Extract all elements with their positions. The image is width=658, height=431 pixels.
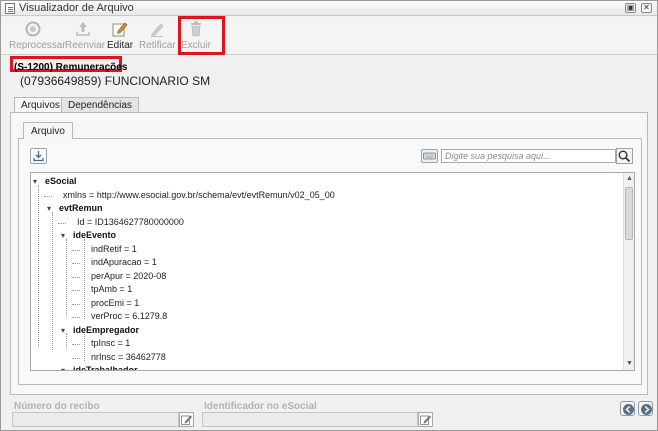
- tree-guide-line: [38, 185, 39, 347]
- window-title: Visualizador de Arquivo: [19, 2, 134, 14]
- tree-expander-icon[interactable]: ▾: [33, 177, 37, 186]
- tree-guide-line: [72, 290, 80, 291]
- tree-guide-line: [72, 357, 80, 359]
- tab-dependencias[interactable]: Dependências: [61, 97, 139, 113]
- rectify-label: Retificar: [139, 40, 176, 51]
- resend-label: Reenviar: [65, 40, 106, 51]
- tree-leaf[interactable]: tpAmb = 1: [91, 284, 132, 294]
- tab-arquivo[interactable]: Arquivo: [23, 122, 73, 139]
- keyboard-icon: [423, 152, 436, 160]
- document-icon: [5, 3, 15, 14]
- tree-guide-line: [84, 239, 85, 319]
- tree-guide-line: [66, 239, 67, 317]
- tree-leaf[interactable]: xmlns = http://www.esocial.gov.br/schema…: [63, 190, 335, 200]
- reprocess-button[interactable]: Reprocessar: [9, 20, 66, 51]
- tree-leaf[interactable]: tpInsc = 1: [91, 338, 130, 348]
- receipt-edit-button[interactable]: [179, 412, 194, 427]
- arrow-right-icon: [641, 404, 652, 415]
- tree-node[interactable]: ideTrabalhador: [73, 365, 138, 370]
- tree-guide-line: [72, 249, 80, 251]
- tree-node[interactable]: ideEvento: [73, 230, 116, 240]
- tree-scrollbar[interactable]: ▲ ▼: [623, 173, 634, 370]
- title-bar: Visualizador de Arquivo ▣ ✕: [1, 1, 657, 16]
- download-icon: [33, 151, 44, 162]
- restore-icon[interactable]: ▣: [625, 3, 636, 13]
- previous-button[interactable]: [620, 401, 635, 416]
- tree-leaf[interactable]: verProc = 6.1279.8: [91, 311, 167, 321]
- edit-button[interactable]: Editar: [107, 20, 133, 51]
- tree-guide-line: [44, 195, 52, 197]
- download-button[interactable]: [30, 148, 47, 164]
- edit-label: Editar: [107, 40, 134, 51]
- arrow-left-icon: [623, 404, 634, 415]
- receipt-field[interactable]: [12, 412, 179, 427]
- reprocess-label: Reprocessar: [9, 40, 66, 51]
- tree-guide-line: [72, 317, 80, 318]
- worker-name: (07936649859) FUNCIONARIO SM: [20, 74, 211, 88]
- tree-guide-line: [66, 333, 67, 349]
- tree-leaf[interactable]: procEmi = 1: [91, 298, 139, 308]
- tree-guide-line: [84, 334, 85, 361]
- toolbar: Reprocessar Reenviar Editar Retificar Ex…: [1, 17, 657, 55]
- tree-guide-line: [52, 212, 53, 350]
- tree-expander-icon[interactable]: ▾: [61, 231, 65, 240]
- rectify-button[interactable]: Retificar: [139, 20, 176, 51]
- search-input[interactable]: Digite sua pesquisa aqui...: [441, 149, 616, 163]
- highlight-delete-box: [178, 16, 225, 55]
- event-title: (S-1200) Remunerações: [14, 62, 128, 73]
- tree-guide-line: [72, 276, 80, 278]
- file-viewer-window: Visualizador de Arquivo ▣ ✕ Reprocessar …: [0, 0, 658, 431]
- tree-guide-line: [72, 263, 80, 264]
- edit-icon: [112, 22, 128, 37]
- tree-leaf[interactable]: indRetif = 1: [91, 244, 137, 254]
- tree-leaf[interactable]: indApuracao = 1: [91, 257, 157, 267]
- tree-guide-line: [72, 344, 80, 345]
- scrollbar-thumb[interactable]: [625, 187, 633, 240]
- close-icon[interactable]: ✕: [641, 3, 652, 13]
- esocial-id-edit-button[interactable]: [418, 412, 433, 427]
- tree-expander-icon[interactable]: ▾: [47, 204, 51, 213]
- esocial-id-label: Identificador no eSocial: [204, 401, 317, 412]
- next-button[interactable]: [638, 401, 653, 416]
- resend-button[interactable]: Reenviar: [65, 20, 106, 51]
- tree-leaf[interactable]: Id = ID1364627780000000: [77, 217, 184, 227]
- upload-icon: [76, 22, 90, 36]
- tree-expander-icon[interactable]: ▾: [61, 326, 65, 335]
- tree-guide-line: [72, 303, 80, 305]
- edit-icon: [181, 415, 192, 425]
- scroll-up-arrow-icon[interactable]: ▲: [626, 175, 633, 182]
- tree-leaf[interactable]: nrInsc = 36462778: [91, 352, 166, 362]
- receipt-label: Número do recibo: [14, 401, 100, 412]
- tree-expander-icon[interactable]: ▾: [61, 366, 65, 370]
- esocial-id-field[interactable]: [202, 412, 418, 427]
- tree-leaf[interactable]: perApur = 2020-08: [91, 271, 166, 281]
- scroll-down-arrow-icon[interactable]: ▼: [626, 360, 633, 367]
- tree-guide-line: [58, 222, 66, 224]
- tree-node[interactable]: evtRemun: [59, 203, 103, 213]
- virtual-keyboard-button[interactable]: [421, 149, 438, 163]
- xml-tree-view[interactable]: ▲ ▼ ▾ eSocial xmlns = http://www.esocial.g…: [30, 172, 635, 371]
- tree-node[interactable]: ideEmpregador: [73, 325, 139, 335]
- tree-node[interactable]: eSocial: [45, 176, 77, 186]
- edit-icon: [420, 415, 431, 425]
- search-icon: [618, 150, 631, 163]
- rectify-icon: [151, 23, 164, 37]
- search-button[interactable]: [616, 148, 633, 164]
- reprocess-icon: [25, 21, 41, 37]
